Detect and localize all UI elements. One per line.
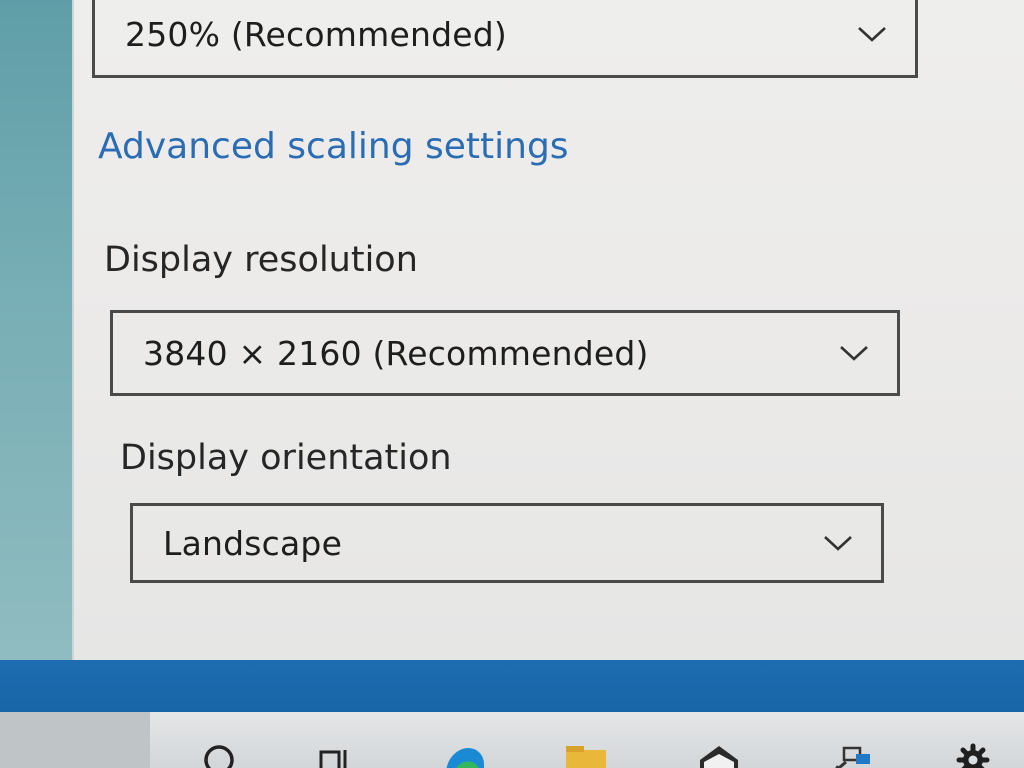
display-orientation-label: Display orientation bbox=[120, 438, 452, 478]
display-orientation-value: Landscape bbox=[163, 523, 343, 563]
edge-browser-icon[interactable] bbox=[440, 732, 486, 768]
mail-icon[interactable] bbox=[696, 732, 742, 768]
chevron-down-icon bbox=[857, 19, 887, 49]
screen: 250% (Recommended) Advanced scaling sett… bbox=[0, 0, 1024, 768]
desktop-edge bbox=[0, 0, 78, 660]
display-resolution-dropdown[interactable]: 3840 × 2160 (Recommended) bbox=[110, 310, 900, 396]
settings-gear-icon[interactable] bbox=[950, 732, 996, 768]
display-settings-pane: 250% (Recommended) Advanced scaling sett… bbox=[72, 0, 1024, 664]
scale-dropdown-value: 250% (Recommended) bbox=[125, 14, 507, 54]
network-app-icon[interactable] bbox=[828, 732, 874, 768]
display-resolution-value: 3840 × 2160 (Recommended) bbox=[143, 333, 649, 373]
display-resolution-label: Display resolution bbox=[104, 240, 418, 280]
display-orientation-dropdown[interactable]: Landscape bbox=[130, 503, 884, 583]
scale-dropdown[interactable]: 250% (Recommended) bbox=[92, 0, 918, 78]
advanced-scaling-settings-link[interactable]: Advanced scaling settings bbox=[98, 126, 569, 167]
file-explorer-icon[interactable] bbox=[562, 732, 608, 768]
taskbar-left-area bbox=[0, 712, 150, 768]
search-icon[interactable] bbox=[196, 732, 242, 768]
taskbar bbox=[0, 712, 1024, 768]
taskbar-accent-band bbox=[0, 660, 1024, 716]
task-view-icon[interactable] bbox=[312, 732, 358, 768]
chevron-down-icon bbox=[823, 528, 853, 558]
chevron-down-icon bbox=[839, 338, 869, 368]
